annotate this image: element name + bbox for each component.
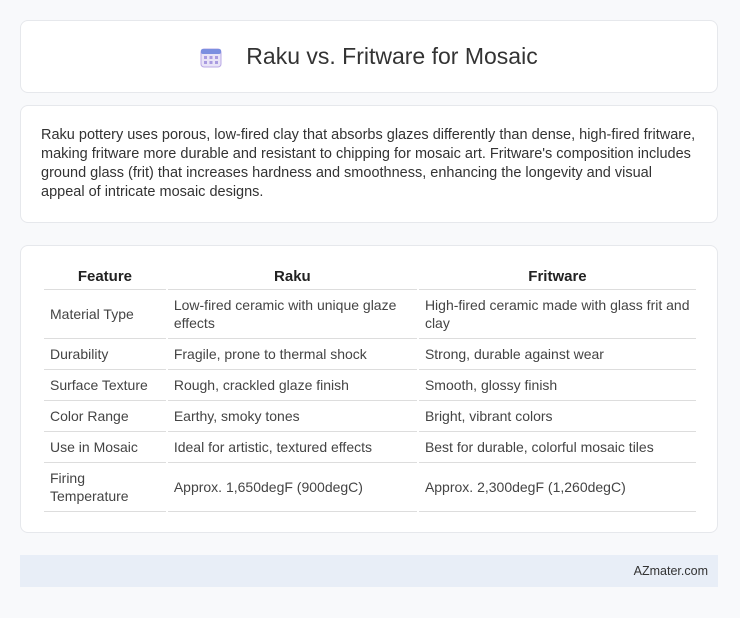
cell-feature: Color Range <box>44 401 166 432</box>
footer-site-link[interactable]: AZmater.com <box>634 564 708 578</box>
cell-fritware: Strong, durable against wear <box>418 339 696 370</box>
header-feature: Feature <box>44 264 166 290</box>
cell-fritware: Approx. 2,300degF (1,260degC) <box>418 463 696 512</box>
intro-card: Raku pottery uses porous, low-fired clay… <box>20 105 718 223</box>
cell-feature: Use in Mosaic <box>44 432 166 463</box>
cell-feature: Firing Temperature <box>44 463 166 512</box>
table-row: Use in Mosaic Ideal for artistic, textur… <box>44 432 696 463</box>
cell-raku: Low-fired ceramic with unique glaze effe… <box>167 290 417 339</box>
table-row: Durability Fragile, prone to thermal sho… <box>44 339 696 370</box>
intro-text: Raku pottery uses porous, low-fired clay… <box>41 127 696 200</box>
table-row: Color Range Earthy, smoky tones Bright, … <box>44 401 696 432</box>
page-title: Raku vs. Fritware for Mosaic <box>246 43 538 69</box>
comparison-table: Feature Raku Fritware Material Type Low-… <box>42 264 698 512</box>
cell-raku: Ideal for artistic, textured effects <box>167 432 417 463</box>
cell-fritware: High-fired ceramic made with glass frit … <box>418 290 696 339</box>
title-card: Raku vs. Fritware for Mosaic <box>20 20 718 93</box>
cell-raku: Earthy, smoky tones <box>167 401 417 432</box>
cell-fritware: Smooth, glossy finish <box>418 370 696 401</box>
cell-feature: Surface Texture <box>44 370 166 401</box>
table-row: Firing Temperature Approx. 1,650degF (90… <box>44 463 696 512</box>
cell-feature: Material Type <box>44 290 166 339</box>
cell-raku: Fragile, prone to thermal shock <box>167 339 417 370</box>
cell-fritware: Bright, vibrant colors <box>418 401 696 432</box>
table-card: Feature Raku Fritware Material Type Low-… <box>20 245 718 533</box>
cell-fritware: Best for durable, colorful mosaic tiles <box>418 432 696 463</box>
cell-raku: Rough, crackled glaze finish <box>167 370 417 401</box>
table-row: Surface Texture Rough, crackled glaze fi… <box>44 370 696 401</box>
footer: AZmater.com <box>20 555 718 587</box>
cell-feature: Durability <box>44 339 166 370</box>
header-raku: Raku <box>167 264 417 290</box>
header-fritware: Fritware <box>418 264 696 290</box>
table-header-row: Feature Raku Fritware <box>44 264 696 290</box>
calendar-icon <box>200 46 222 68</box>
cell-raku: Approx. 1,650degF (900degC) <box>167 463 417 512</box>
table-row: Material Type Low-fired ceramic with uni… <box>44 290 696 339</box>
